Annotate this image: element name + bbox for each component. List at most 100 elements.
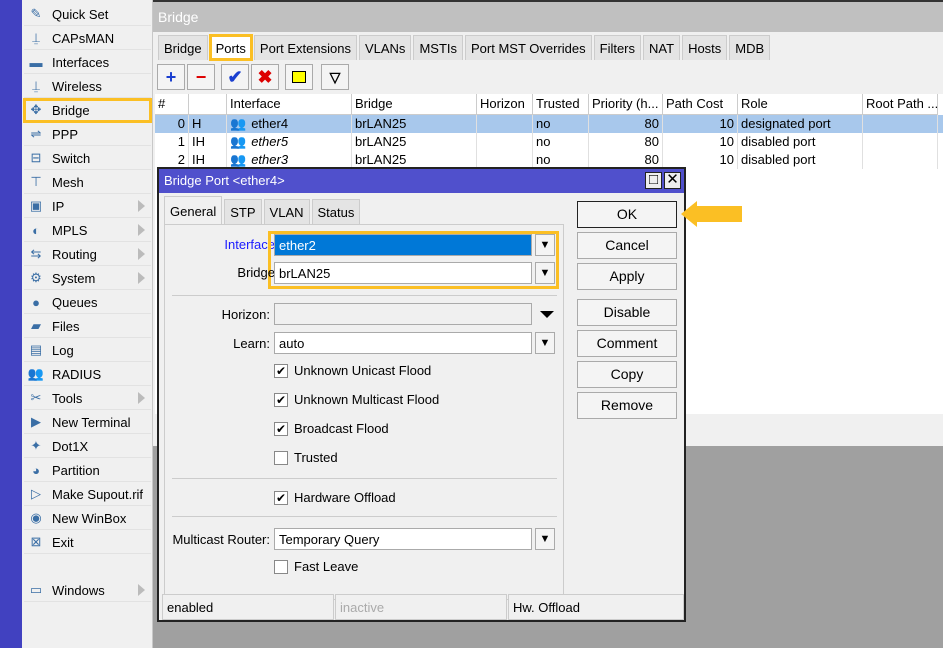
sidebar-item-windows[interactable]: ▭ Windows <box>24 579 151 602</box>
horizon-field[interactable] <box>274 303 532 325</box>
sidebar-item-new-terminal[interactable]: ▶ New Terminal <box>24 411 151 434</box>
column-header[interactable]: Role <box>738 94 863 115</box>
sidebar-item-new-winbox[interactable]: ◉ New WinBox <box>24 507 151 530</box>
status-enabled: enabled <box>162 594 334 620</box>
copy-button[interactable]: Copy <box>577 361 677 388</box>
dot1x-icon: ✦ <box>30 438 42 453</box>
disable-button[interactable]: ✖ <box>251 64 279 90</box>
learn-label: Learn: <box>233 336 270 351</box>
checkbox-broadcast-flood[interactable]: ✔ Broadcast Flood <box>274 421 389 436</box>
checkbox-box[interactable] <box>274 450 288 465</box>
sidebar-item-make-supout-rif[interactable]: ▷ Make Supout.rif <box>24 483 151 506</box>
sidebar-item-quick-set[interactable]: ✎ Quick Set <box>24 3 151 26</box>
checkbox-trusted[interactable]: Trusted <box>274 450 338 465</box>
maximize-button[interactable]: □ <box>645 172 662 189</box>
sidebar-item-wireless[interactable]: ⍊ Wireless <box>24 75 151 98</box>
status-hw-offload: Hw. Offload <box>508 594 684 620</box>
multicast-router-select[interactable]: Temporary Query <box>274 528 532 550</box>
sidebar-item-routing[interactable]: ⇆ Routing <box>24 243 151 266</box>
column-header[interactable]: Horizon <box>477 94 533 115</box>
bridge-tabs: Bridge Ports Port Extensions VLANs MSTIs Port… <box>158 34 772 61</box>
tab-hosts[interactable]: Hosts <box>682 35 728 60</box>
apply-button[interactable]: Apply <box>577 263 677 290</box>
filter-button[interactable]: ▽ <box>321 64 349 90</box>
filter-icon: ▽ <box>329 68 341 85</box>
tab-port-extensions[interactable]: Port Extensions <box>253 35 357 60</box>
dialog-tab-stp[interactable]: STP <box>224 199 262 224</box>
close-button[interactable]: ✕ <box>664 172 681 189</box>
sidebar-item-ip[interactable]: ▣ IP <box>24 195 151 218</box>
sidebar-item-log[interactable]: ▤ Log <box>24 339 151 362</box>
ppp-icon: ⇌ <box>30 126 42 141</box>
column-header[interactable]: Path Cost <box>663 94 738 115</box>
dialog-tab-general[interactable]: General <box>164 196 223 224</box>
interface-dropdown[interactable]: ▼ <box>535 234 555 256</box>
sidebar-item-interfaces[interactable]: ▬ Interfaces <box>24 51 151 74</box>
sidebar-item-label: Windows <box>52 582 105 598</box>
sidebar-item-capsman[interactable]: ⍊ CAPsMAN <box>24 27 151 50</box>
tab-nat[interactable]: NAT <box>643 35 681 60</box>
learn-dropdown[interactable]: ▼ <box>535 332 555 354</box>
comment-button[interactable] <box>285 64 313 90</box>
disable-button[interactable]: Disable <box>577 299 677 326</box>
add-button[interactable]: + <box>157 64 185 90</box>
column-header[interactable]: Trusted <box>533 94 589 115</box>
sidebar-item-dot1x[interactable]: ✦ Dot1X <box>24 435 151 458</box>
remove-button[interactable]: Remove <box>577 392 677 419</box>
sidebar-item-mesh[interactable]: ⊤ Mesh <box>24 171 151 194</box>
tab-vlans[interactable]: VLANs <box>358 35 412 60</box>
column-header[interactable]: Root Path ... <box>863 94 938 115</box>
horizon-expand-icon[interactable] <box>540 311 554 318</box>
dialog-tab-status[interactable]: Status <box>311 199 361 224</box>
sidebar-item-radius[interactable]: 👥 RADIUS <box>24 363 151 386</box>
table-row[interactable]: 1 IH 👥 ether5 brLAN25 no 80 10 disabled port <box>155 133 943 151</box>
table-cell: no <box>533 115 589 133</box>
checkbox-box[interactable]: ✔ <box>274 363 288 378</box>
checkbox-box[interactable]: ✔ <box>274 490 288 505</box>
checkbox-unknown-multicast-flood[interactable]: ✔ Unknown Multicast Flood <box>274 392 439 407</box>
sidebar-item-tools[interactable]: ✂ Tools <box>24 387 151 410</box>
switch-icon: ⊟ <box>30 150 42 165</box>
ok-button[interactable]: OK <box>577 201 677 228</box>
submenu-arrow-icon <box>138 248 145 260</box>
tab-mdb[interactable]: MDB <box>729 35 771 60</box>
bridge-dropdown[interactable]: ▼ <box>535 262 555 284</box>
tab-ports[interactable]: Ports <box>208 34 253 61</box>
sidebar-item-queues[interactable]: ● Queues <box>24 291 151 314</box>
remove-button[interactable]: − <box>187 64 215 90</box>
sidebar-item-partition[interactable]: ◕ Partition <box>24 459 151 482</box>
sidebar-item-files[interactable]: ▰ Files <box>24 315 151 338</box>
learn-select[interactable]: auto <box>274 332 532 354</box>
tab-filters[interactable]: Filters <box>593 35 642 60</box>
checkbox-box[interactable]: ✔ <box>274 421 288 436</box>
dialog-tab-vlan[interactable]: VLAN <box>263 199 310 224</box>
table-cell: brLAN25 <box>352 115 477 133</box>
fast-leave-checkbox[interactable]: Fast Leave <box>274 559 358 574</box>
tab-bridge[interactable]: Bridge <box>158 35 208 60</box>
checkbox-box[interactable] <box>274 559 288 574</box>
multicast-router-dropdown[interactable]: ▼ <box>535 528 555 550</box>
checkbox-box[interactable]: ✔ <box>274 392 288 407</box>
sidebar-item-mpls[interactable]: ◐ MPLS <box>24 219 151 242</box>
hardware-offload-checkbox[interactable]: ✔ Hardware Offload <box>274 490 396 505</box>
column-header[interactable] <box>189 94 227 115</box>
interface-select[interactable]: ether2 <box>274 234 532 256</box>
comment-button[interactable]: Comment <box>577 330 677 357</box>
column-header[interactable]: Bridge <box>352 94 477 115</box>
column-header[interactable]: Priority (h... <box>589 94 663 115</box>
tab-mstis[interactable]: MSTIs <box>413 35 463 60</box>
enable-button[interactable]: ✔ <box>221 64 249 90</box>
tab-port-mst-overrides[interactable]: Port MST Overrides <box>465 35 592 60</box>
column-header[interactable]: # <box>155 94 189 115</box>
column-header[interactable]: Interface <box>227 94 352 115</box>
sidebar-item-switch[interactable]: ⊟ Switch <box>24 147 151 170</box>
bridge-select[interactable]: brLAN25 <box>274 262 532 284</box>
cancel-button[interactable]: Cancel <box>577 232 677 259</box>
sidebar-item-exit[interactable]: ⊠ Exit <box>24 531 151 554</box>
table-row[interactable]: 0 H 👥 ether4 brLAN25 no 80 10 designated port <box>155 115 943 133</box>
sidebar-item-ppp[interactable]: ⇌ PPP <box>24 123 151 146</box>
sidebar-item-bridge[interactable]: ✥ Bridge <box>23 98 152 123</box>
sidebar-menu: ✎ Quick Set ⍊ CAPsMAN ▬ Interfaces ⍊ Wireless ✥ B… <box>22 0 153 648</box>
checkbox-unknown-unicast-flood[interactable]: ✔ Unknown Unicast Flood <box>274 363 431 378</box>
sidebar-item-system[interactable]: ⚙ System <box>24 267 151 290</box>
